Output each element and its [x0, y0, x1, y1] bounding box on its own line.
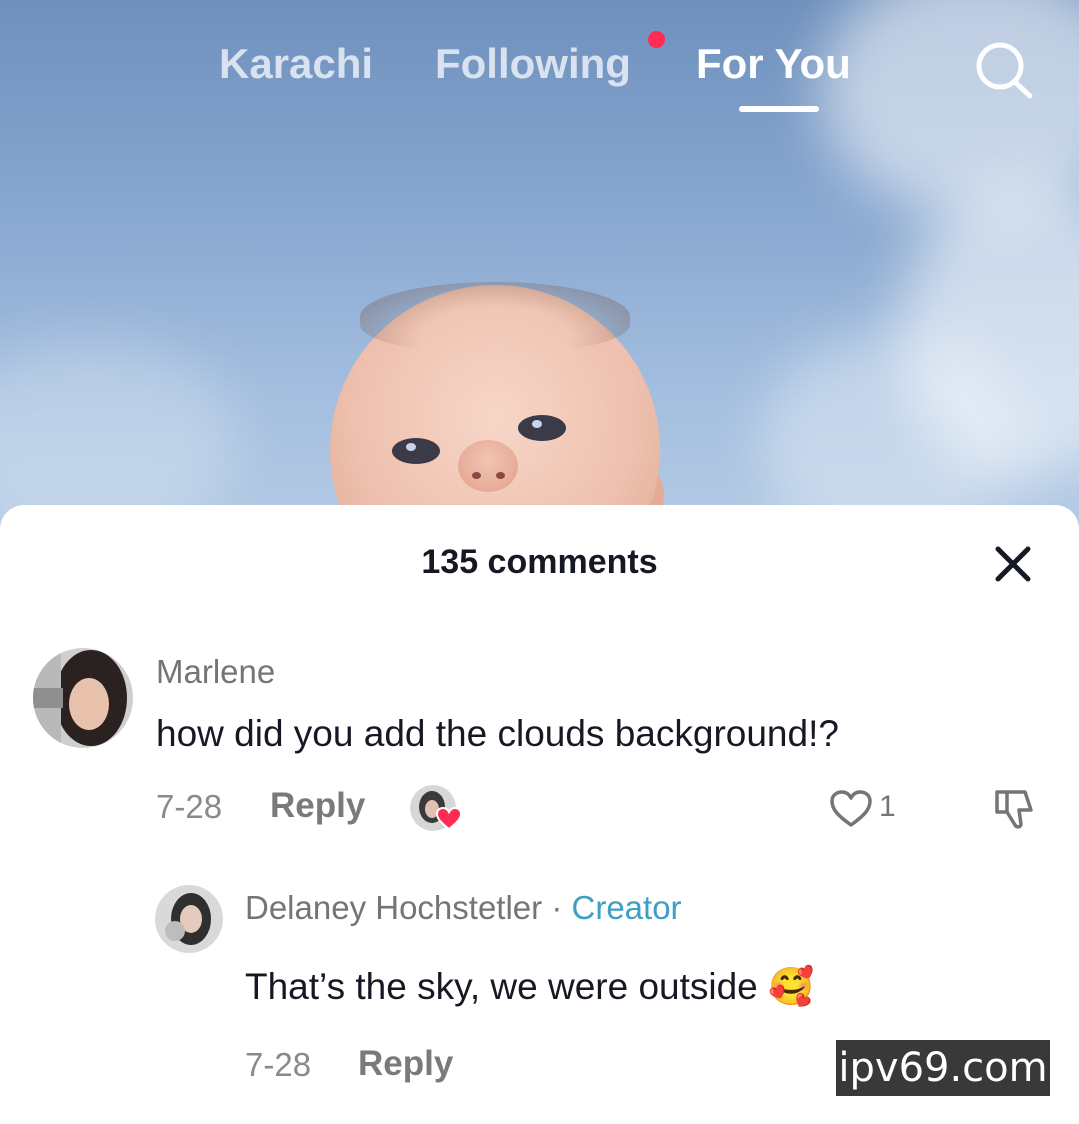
reply-text: That’s the sky, we were outside [245, 966, 758, 1007]
tab-karachi[interactable]: Karachi [219, 40, 373, 88]
smiling-face-hearts-emoji: 🥰 [768, 965, 815, 1008]
reply-button[interactable]: Reply [358, 1044, 453, 1084]
comment-username[interactable]: Marlene [156, 653, 275, 691]
comment-text: how did you add the clouds background!? [156, 713, 839, 754]
comments-count-title: 135 comments [421, 543, 658, 581]
baby-eye-left [392, 438, 440, 464]
notification-dot [648, 31, 665, 48]
top-navigation: Karachi Following For You [0, 0, 1079, 130]
avatar[interactable] [33, 648, 133, 748]
dislike-icon[interactable] [991, 786, 1037, 832]
search-icon[interactable] [968, 38, 1038, 102]
heart-badge-icon [435, 806, 463, 831]
reply-button[interactable]: Reply [270, 786, 365, 826]
avatar[interactable] [155, 885, 223, 953]
creator-badge: Creator [571, 889, 682, 926]
tab-for-you[interactable]: For You [696, 40, 851, 88]
active-tab-indicator [739, 106, 819, 112]
reply-date: 7-28 [245, 1046, 312, 1083]
baby-nose [458, 440, 518, 492]
watermark: ipv69.com [836, 1040, 1050, 1096]
separator: · [551, 889, 563, 926]
nostril [496, 472, 505, 479]
nostril [472, 472, 481, 479]
baby-eye-right [518, 415, 566, 441]
like-heart-icon[interactable] [829, 789, 873, 829]
baby-hair [360, 282, 630, 352]
tab-following[interactable]: Following [435, 40, 631, 88]
reply-text-line: That’s the sky, we were outside 🥰 [245, 965, 814, 1009]
reply-username[interactable]: Delaney Hochstetler [245, 889, 542, 926]
like-count: 1 [879, 790, 896, 823]
video-background[interactable]: Karachi Following For You [0, 0, 1079, 560]
reply-username-line: Delaney Hochstetler · Creator [245, 889, 682, 927]
comments-sheet: 135 comments Marlene how did you add the… [0, 505, 1079, 1124]
comment-date: 7-28 [156, 788, 223, 825]
close-icon[interactable] [990, 541, 1036, 587]
